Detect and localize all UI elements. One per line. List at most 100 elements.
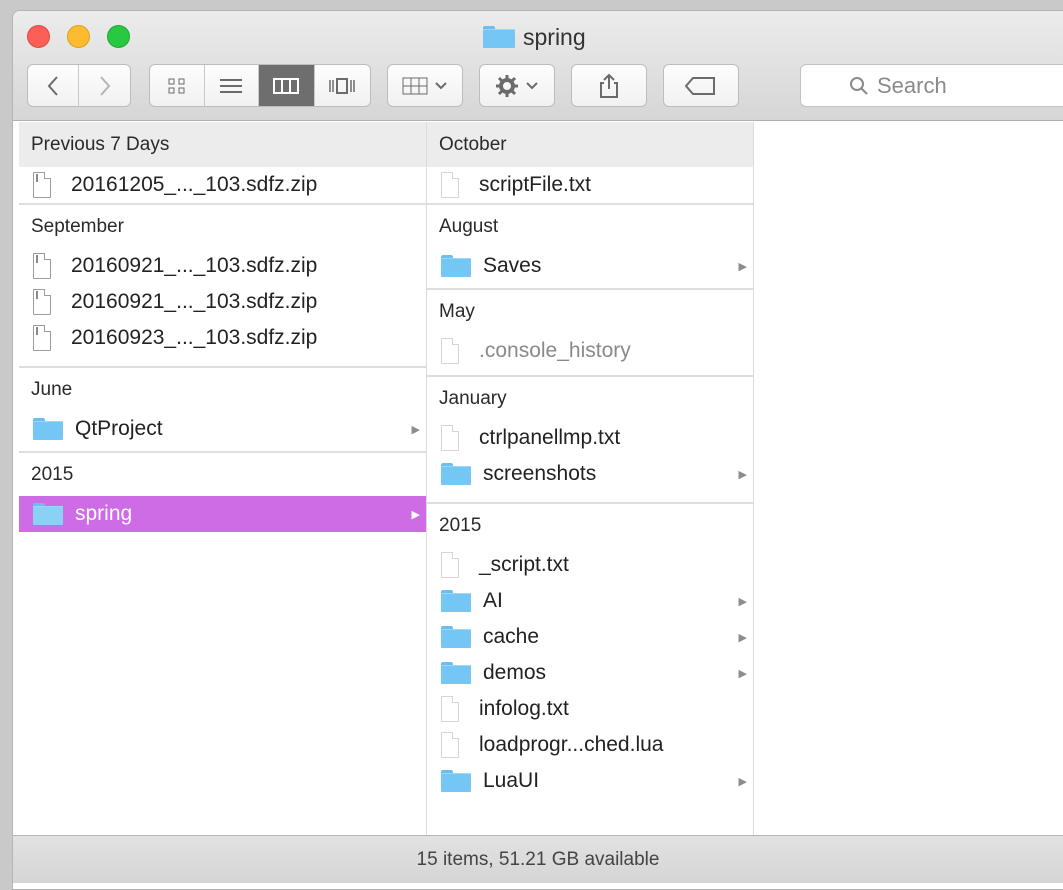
arrange-button[interactable]: [387, 64, 463, 107]
action-button[interactable]: [479, 64, 555, 107]
list-item[interactable]: 20160923_..._103.sdfz.zip: [19, 320, 426, 356]
icon-view-button[interactable]: [150, 65, 205, 106]
disclosure-arrow-icon: ▶: [738, 260, 747, 273]
folder-icon: [441, 770, 471, 792]
edit-tags-button[interactable]: [663, 64, 739, 107]
folder-name: Saves: [483, 254, 542, 277]
folder-icon: [33, 503, 63, 525]
file-name: 20160923_..._103.sdfz.zip: [71, 326, 318, 349]
folder-name: spring: [75, 502, 133, 525]
folder-name: screenshots: [483, 462, 597, 485]
list-item-selected[interactable]: spring ▶: [19, 496, 426, 532]
list-item[interactable]: infolog.txt: [427, 691, 753, 727]
zip-file-icon: [33, 253, 51, 279]
back-button[interactable]: [28, 65, 80, 106]
column-empty[interactable]: [754, 122, 1063, 835]
column-browser: Previous 7 Days 20161205_..._103.sdfz.zi…: [13, 122, 1063, 835]
window-title: spring: [483, 24, 586, 50]
text-file-icon: [441, 172, 459, 198]
tag-icon: [685, 76, 715, 95]
folder-icon: [441, 626, 471, 648]
list-item[interactable]: screenshots ▶: [427, 456, 753, 492]
search-placeholder: Search: [877, 72, 947, 98]
text-file-icon: [441, 732, 459, 758]
text-file-icon: [441, 338, 459, 364]
close-window-button[interactable]: [27, 25, 50, 48]
list-item[interactable]: 20160921_..._103.sdfz.zip: [19, 284, 426, 320]
file-name: ctrlpanellmp.txt: [479, 426, 621, 449]
group-header: August: [427, 203, 753, 248]
group-header: September: [19, 203, 426, 248]
disclosure-arrow-icon: ▶: [411, 423, 420, 436]
folder-icon: [33, 418, 63, 440]
list-item[interactable]: Saves ▶: [427, 248, 753, 284]
navigation-buttons: [27, 64, 131, 107]
forward-button[interactable]: [79, 65, 130, 106]
list-item[interactable]: 20161205_..._103.sdfz.zip: [19, 167, 426, 203]
list-item[interactable]: .console_history: [427, 333, 753, 369]
list-item[interactable]: loadprogr...ched.lua: [427, 727, 753, 763]
group-header: 2015: [427, 502, 753, 547]
chevron-left-icon: [47, 75, 58, 96]
zip-file-icon: [33, 172, 51, 198]
column-view-button[interactable]: [259, 65, 315, 106]
file-name: 20161205_..._103.sdfz.zip: [71, 173, 318, 196]
finder-window: spring Search Previous 7 Days 20161205_.…: [12, 10, 1063, 890]
disclosure-arrow-icon: ▶: [411, 508, 420, 521]
disclosure-arrow-icon: ▶: [738, 468, 747, 481]
list-view-icon: [220, 78, 243, 93]
arrange-grid-icon: [402, 77, 428, 94]
file-name: .console_history: [479, 339, 631, 362]
text-file-icon: [441, 696, 459, 722]
folder-name: AI: [483, 589, 503, 612]
folder-icon: [441, 590, 471, 612]
group-header: 2015: [19, 451, 426, 496]
status-bar: 15 items, 51.21 GB available: [13, 835, 1063, 883]
coverflow-view-button[interactable]: [315, 65, 370, 106]
list-item[interactable]: cache ▶: [427, 619, 753, 655]
list-item[interactable]: QtProject ▶: [19, 411, 426, 447]
share-icon: [600, 73, 618, 98]
file-name: loadprogr...ched.lua: [479, 733, 664, 756]
list-view-button[interactable]: [205, 65, 259, 106]
title-toolbar: spring Search: [13, 11, 1063, 121]
group-header: October: [427, 122, 753, 167]
list-item[interactable]: scriptFile.txt: [427, 167, 753, 203]
search-field[interactable]: Search: [800, 64, 1063, 107]
column-home: Previous 7 Days 20161205_..._103.sdfz.zi…: [19, 122, 427, 835]
column-spring: October scriptFile.txt August Saves ▶ May…: [427, 122, 754, 835]
disclosure-arrow-icon: ▶: [738, 667, 747, 680]
zoom-window-button[interactable]: [107, 25, 130, 48]
list-item[interactable]: LuaUI ▶: [427, 763, 753, 799]
folder-icon: [441, 255, 471, 277]
folder-icon: [483, 26, 515, 48]
list-item[interactable]: 20160921_..._103.sdfz.zip: [19, 248, 426, 284]
coverflow-view-icon: [329, 77, 355, 94]
file-name: scriptFile.txt: [479, 173, 592, 196]
disclosure-arrow-icon: ▶: [738, 595, 747, 608]
zip-file-icon: [33, 289, 51, 315]
window-title-text: spring: [523, 23, 586, 50]
list-item[interactable]: _script.txt: [427, 547, 753, 583]
text-file-icon: [441, 425, 459, 451]
search-icon: [850, 76, 868, 95]
column-view-icon: [273, 77, 300, 94]
folder-name: cache: [483, 625, 540, 648]
file-name: 20160921_..._103.sdfz.zip: [71, 290, 318, 313]
chevron-right-icon: [99, 75, 110, 96]
chevron-down-icon: [435, 81, 447, 89]
list-item[interactable]: demos ▶: [427, 655, 753, 691]
list-item[interactable]: AI ▶: [427, 583, 753, 619]
list-item[interactable]: ctrlpanellmp.txt: [427, 420, 753, 456]
share-button[interactable]: [571, 64, 647, 107]
folder-name: LuaUI: [483, 769, 540, 792]
text-file-icon: [441, 552, 459, 578]
group-header: January: [427, 375, 753, 420]
file-name: 20160921_..._103.sdfz.zip: [71, 254, 318, 277]
chevron-down-icon: [526, 81, 538, 89]
disclosure-arrow-icon: ▶: [738, 631, 747, 644]
folder-icon: [441, 463, 471, 485]
group-header: May: [427, 288, 753, 333]
disclosure-arrow-icon: ▶: [738, 775, 747, 788]
minimize-window-button[interactable]: [67, 25, 90, 48]
